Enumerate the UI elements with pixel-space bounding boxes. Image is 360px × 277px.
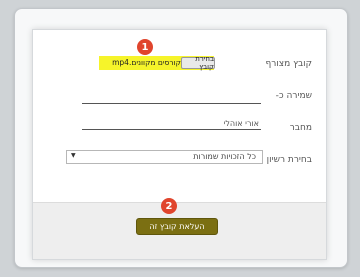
license-label: בחירת רשיון [266,155,312,165]
save-as-input[interactable] [82,91,261,104]
file-upload-form: קובץ מצורף קורסים מקוונים.mp4 בחירת קובץ… [32,29,327,260]
license-select-value: כל הזכויות שמורות [193,152,256,161]
author-label: מחבר [289,123,312,133]
save-as-label: שמירה כ- [275,91,312,101]
author-input[interactable] [82,117,261,130]
dropdown-arrow-icon: ▼ [71,152,76,159]
upload-file-button[interactable]: העלאת קובץ זה [136,218,218,235]
step-1-badge: 1 [137,39,153,55]
license-select[interactable]: כל הזכויות שמורות ▼ [66,150,263,164]
file-label: קובץ מצורף [265,59,313,69]
choose-file-button[interactable]: בחירת קובץ [181,55,215,71]
step-2-badge: 2 [161,198,177,214]
file-name-text: קורסים מקוונים.mp4 [112,58,181,67]
